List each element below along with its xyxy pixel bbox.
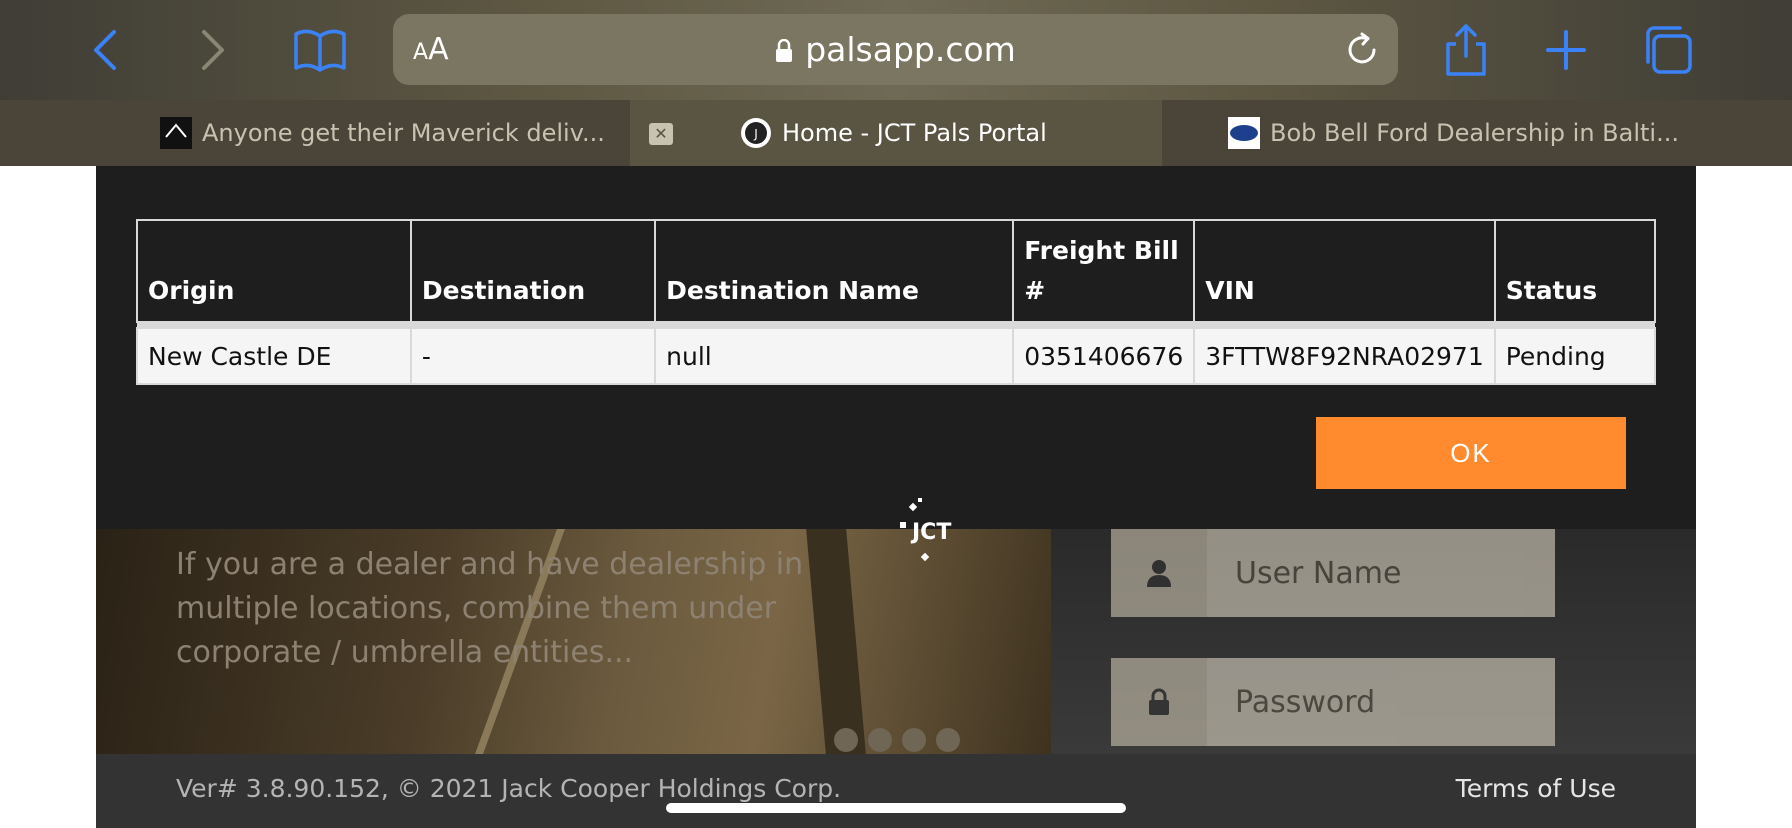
col-status: Status [1493,219,1657,323]
cell-status: Pending [1493,327,1657,385]
table-row: New Castle DE - null 0351406676 3FTTW8F9… [136,327,1657,385]
bookmarks-icon[interactable] [292,22,348,78]
tab-maverick[interactable]: Anyone get their Maverick deliv... [160,100,630,166]
col-destination: Destination [409,219,657,323]
tab-title: Home - JCT Pals Portal [782,119,1047,147]
table-header-row: Origin Destination Destination Name Frei… [136,219,1657,323]
tab-strip: Anyone get their Maverick deliv... J Hom… [0,100,1792,166]
reload-icon[interactable] [1344,32,1380,68]
results-modal: Origin Destination Destination Name Frei… [96,166,1696,529]
back-icon[interactable] [80,22,136,78]
tab-close-button[interactable]: ✕ [649,123,673,145]
tab-title: Bob Bell Ford Dealership in Balti... [1270,119,1679,147]
cell-destination-name: null [654,327,1015,385]
ok-button[interactable]: OK [1316,417,1626,489]
tab-title: Anyone get their Maverick deliv... [202,119,605,147]
url-text: palsapp.com [805,30,1016,69]
tab-jct-pals[interactable]: J Home - JCT Pals Portal [630,100,1162,166]
forward-icon[interactable] [182,22,238,78]
home-indicator [666,803,1126,813]
tabs-icon[interactable] [1640,22,1696,78]
username-placeholder: User Name [1235,555,1402,591]
tab-bob-bell[interactable]: Bob Bell Ford Dealership in Balti... [1228,100,1792,166]
lock-icon [1111,658,1207,746]
password-placeholder: Password [1235,684,1376,720]
cell-origin: New Castle DE [136,327,412,385]
mtc-favicon-icon [160,117,192,149]
new-tab-icon[interactable] [1538,22,1594,78]
col-freight-bill: Freight Bill # [1012,219,1196,323]
jct-logo-text: JCT [912,520,952,545]
carousel-dot[interactable] [868,728,892,752]
jct-favicon-icon: J [741,118,771,148]
url-display: palsapp.com [393,30,1398,69]
user-icon [1111,529,1207,617]
jct-logo: JCT [896,498,952,568]
carousel-dots [834,728,960,752]
ford-favicon-icon [1228,117,1260,149]
version-text: Ver# 3.8.90.152, © 2021 Jack Cooper Hold… [176,774,842,803]
hero-caption: If you are a dealer and have dealership … [176,547,804,670]
svg-text:J: J [753,127,758,141]
terms-link[interactable]: Terms of Use [1456,774,1616,803]
carousel-dot[interactable] [834,728,858,752]
results-table: Origin Destination Destination Name Frei… [136,219,1657,385]
carousel-dot[interactable] [936,728,960,752]
lock-icon [776,39,793,62]
share-icon[interactable] [1438,22,1494,78]
col-destination-name: Destination Name [654,219,1015,323]
col-origin: Origin [136,219,412,323]
col-vin: VIN [1193,219,1496,323]
password-field[interactable]: Password [1111,658,1555,746]
carousel-dot[interactable] [902,728,926,752]
address-bar[interactable]: AA palsapp.com [393,14,1398,85]
page-footer: Ver# 3.8.90.152, © 2021 Jack Cooper Hold… [96,754,1696,828]
username-field[interactable]: User Name [1111,529,1555,617]
browser-toolbar: AA palsapp.com [0,0,1792,100]
cell-destination: - [409,327,657,385]
cell-vin: 3FTTW8F92NRA02971 [1193,327,1496,385]
cell-freight-bill: 0351406676 [1012,327,1196,385]
